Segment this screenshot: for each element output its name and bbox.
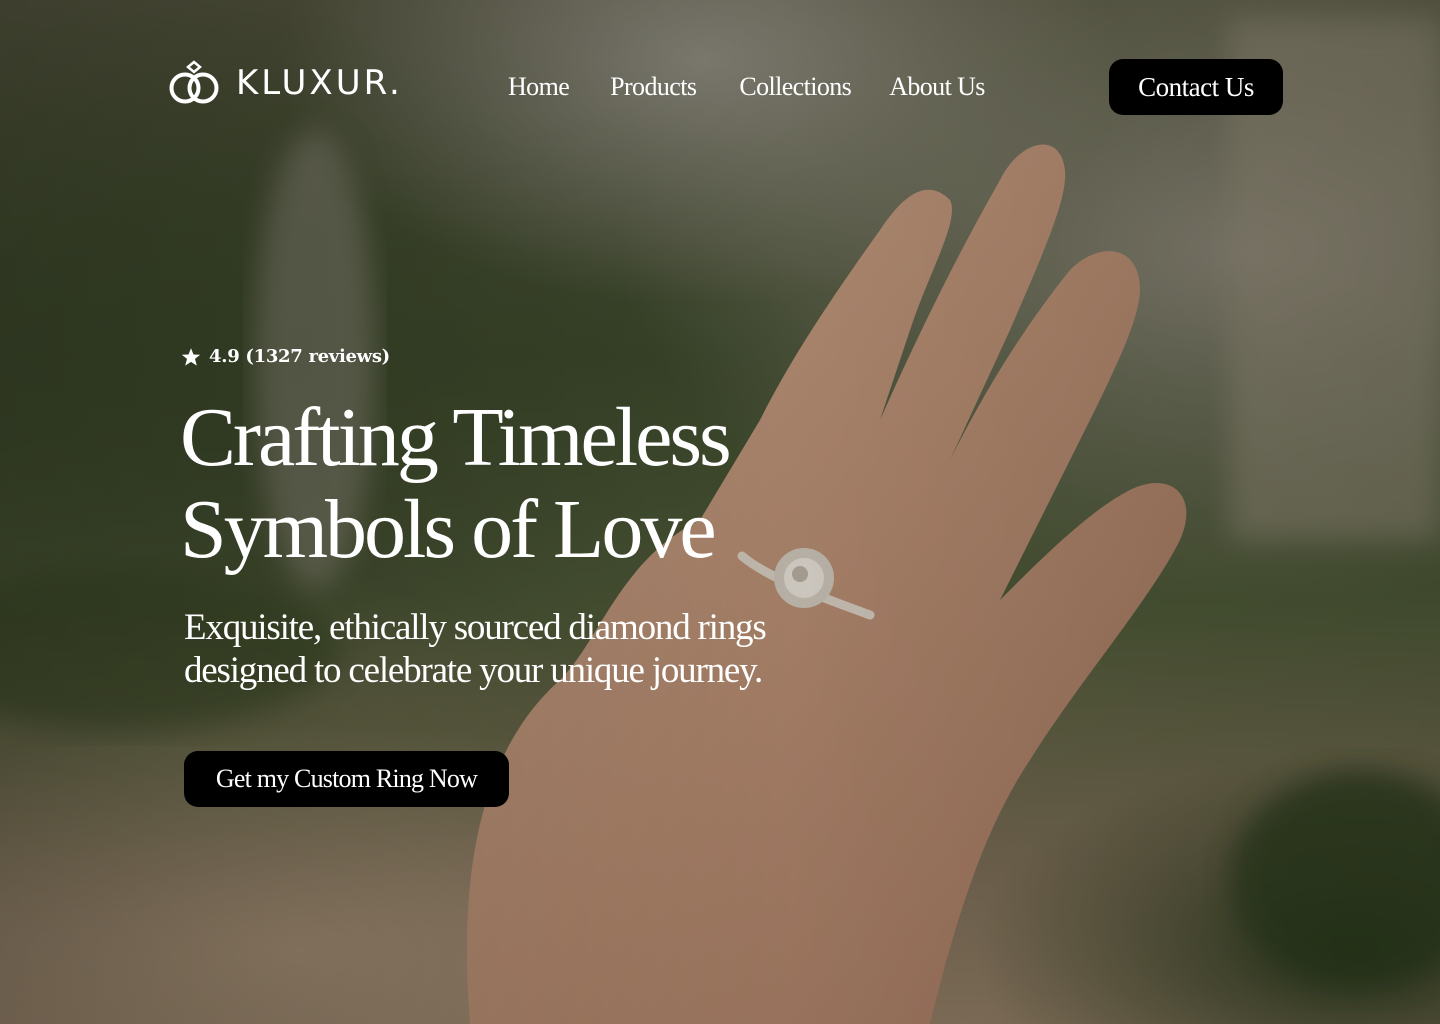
rating-summary: 4.9 (1327 reviews) [181,346,390,367]
custom-ring-cta-button[interactable]: Get my Custom Ring Now [184,751,509,807]
star-icon [181,347,201,366]
main-nav: Home Products Collections About Us [508,70,985,104]
hero-subheading-line-1: Exquisite, ethically sourced diamond rin… [184,607,767,648]
contact-us-button[interactable]: Contact Us [1109,59,1283,115]
rating-text: 4.9 (1327 reviews) [209,346,390,367]
interlocked-rings-icon [169,60,219,104]
hero-headline-line-1: Crafting Timeless [180,391,732,484]
nav-item-about-us[interactable]: About Us [889,70,985,104]
brand-logo[interactable]: KLUXUR. [168,60,403,106]
nav-item-collections[interactable]: Collections [739,70,851,104]
hero-headline: Crafting Timeless Symbols of Love [180,392,940,576]
nav-item-products[interactable]: Products [610,70,697,104]
hero-subheading-line-2: designed to celebrate your unique journe… [184,650,763,691]
brand-name: KLUXUR. [236,63,403,103]
nav-item-home[interactable]: Home [508,70,570,104]
hero-headline-line-2: Symbols of Love [180,483,717,576]
hero-subheading: Exquisite, ethically sourced diamond rin… [184,606,904,692]
